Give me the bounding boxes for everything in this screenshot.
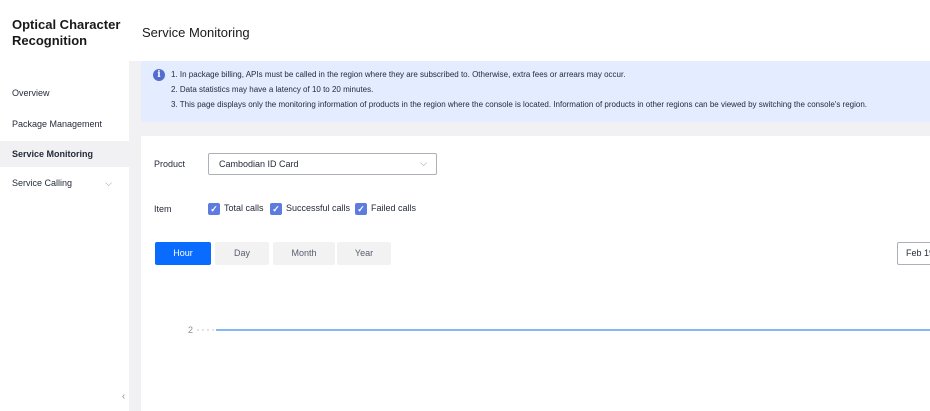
line-chart: 2: [188, 325, 930, 335]
tab-day[interactable]: Day: [215, 242, 269, 265]
monitoring-panel: Product Cambodian ID Card ⌵ Item ✓ Total…: [141, 136, 930, 411]
checkbox-label: Total calls: [224, 203, 264, 213]
notice-banner: i 1. In package billing, APIs must be ca…: [141, 61, 930, 122]
item-label: Item: [154, 204, 172, 214]
checkbox-checked-icon: ✓: [270, 203, 282, 215]
page-header: Service Monitoring: [129, 0, 930, 61]
collapse-sidebar-icon[interactable]: ‹: [118, 387, 129, 407]
sidebar: Optical Character Recognition Overview P…: [0, 0, 129, 411]
page-title: Service Monitoring: [142, 25, 250, 40]
sidebar-item-label: Service Monitoring: [12, 149, 94, 159]
chevron-down-icon: ⌵: [105, 178, 112, 188]
sidebar-item-overview[interactable]: Overview: [0, 80, 129, 106]
sidebar-item-label: Overview: [12, 88, 50, 98]
checkbox-checked-icon: ✓: [208, 203, 220, 215]
checkbox-successful-calls[interactable]: ✓ Successful calls: [270, 202, 355, 216]
sidebar-item-package-management[interactable]: Package Management: [0, 111, 129, 137]
tab-year[interactable]: Year: [337, 242, 391, 265]
checkbox-label: Failed calls: [371, 203, 417, 213]
product-select-value: Cambodian ID Card: [219, 159, 299, 169]
tab-month[interactable]: Month: [273, 242, 335, 265]
sidebar-item-label: Package Management: [12, 119, 103, 129]
tab-hour[interactable]: Hour: [155, 242, 211, 265]
sidebar-item-service-monitoring[interactable]: Service Monitoring: [0, 141, 129, 167]
date-picker[interactable]: Feb 19: [897, 242, 930, 265]
checkbox-checked-icon: ✓: [355, 203, 367, 215]
sidebar-title: Optical Character Recognition: [12, 17, 121, 48]
sidebar-item-label: Service Calling: [12, 178, 73, 188]
sidebar-item-service-calling[interactable]: Service Calling ⌵: [0, 170, 129, 196]
info-icon: i: [153, 69, 165, 81]
notice-line: 2. Data statistics may have a latency of…: [171, 85, 374, 94]
notice-line: 3. This page displays only the monitorin…: [171, 100, 867, 109]
checkbox-label: Successful calls: [286, 203, 351, 213]
product-select[interactable]: Cambodian ID Card ⌵: [208, 153, 437, 175]
checkbox-total-calls[interactable]: ✓ Total calls: [208, 202, 270, 216]
product-label: Product: [154, 159, 186, 169]
chevron-down-icon: ⌵: [420, 158, 427, 168]
notice-line: 1. In package billing, APIs must be call…: [171, 70, 626, 79]
checkbox-failed-calls[interactable]: ✓ Failed calls: [355, 202, 425, 216]
y-tick-label: 2: [188, 325, 193, 335]
